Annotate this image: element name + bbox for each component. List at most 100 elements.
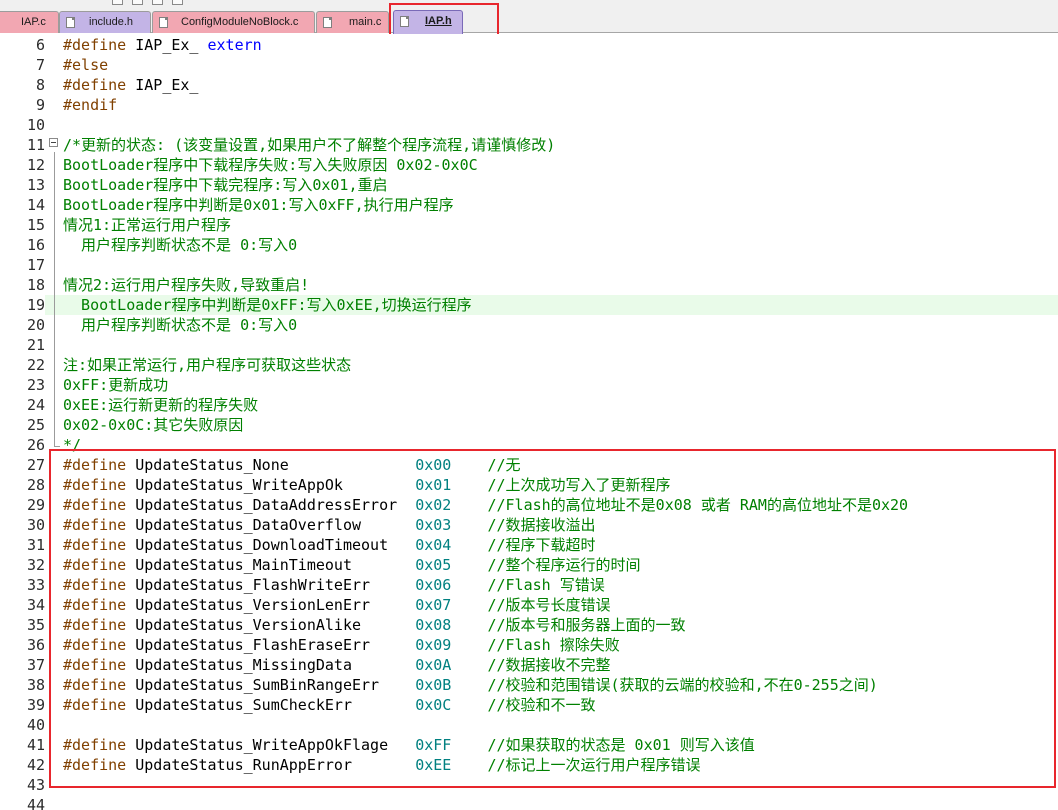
tab-label: IAP.c bbox=[21, 16, 46, 28]
code-line[interactable]: 37 #define UpdateStatus_MissingData 0x0A … bbox=[0, 655, 1058, 675]
code-line[interactable]: 29 #define UpdateStatus_DataAddressError … bbox=[0, 495, 1058, 515]
line-number: 27 bbox=[0, 455, 45, 475]
code-line[interactable]: 8 #define IAP_Ex_ bbox=[0, 75, 1058, 95]
code-line[interactable]: 11 /*更新的状态: (该变量设置,如果用户不了解整个程序流程,请谨慎修改) bbox=[0, 135, 1058, 155]
toolbar-button-icon[interactable] bbox=[172, 0, 183, 5]
line-number: 36 bbox=[0, 635, 45, 655]
code-token: BootLoader程序中判断是0x01:写入0xFF,执行用户程序 bbox=[63, 196, 454, 214]
line-text: #define UpdateStatus_DataAddressError 0x… bbox=[63, 495, 908, 515]
code-editor[interactable]: 6 #define IAP_Ex_ extern 7 #else 8 #define IA… bbox=[0, 34, 1058, 810]
line-text: #define UpdateStatus_WriteAppOk 0x01 //上… bbox=[63, 475, 671, 495]
code-line[interactable]: 14 BootLoader程序中判断是0x01:写入0xFF,执行用户程序 bbox=[0, 195, 1058, 215]
line-number: 28 bbox=[0, 475, 45, 495]
code-line[interactable]: 9 #endif bbox=[0, 95, 1058, 115]
code-line[interactable]: 30 #define UpdateStatus_DataOverflow 0x03… bbox=[0, 515, 1058, 535]
code-token: 注:如果正常运行,用户程序可获取这些状态 bbox=[63, 356, 352, 374]
line-text: #define IAP_Ex_ extern bbox=[63, 35, 262, 55]
code-token: 0x05 bbox=[415, 556, 452, 574]
line-text: #define UpdateStatus_FlashWriteErr 0x06 … bbox=[63, 575, 605, 595]
line-number: 31 bbox=[0, 535, 45, 555]
code-line[interactable]: 39 #define UpdateStatus_SumCheckErr 0x0C … bbox=[0, 695, 1058, 715]
line-text: #define UpdateStatus_FlashEraseErr 0x09 … bbox=[63, 635, 620, 655]
code-line[interactable]: 26 */ bbox=[0, 435, 1058, 455]
code-line[interactable]: 28 #define UpdateStatus_WriteAppOk 0x01 /… bbox=[0, 475, 1058, 495]
line-number: 6 bbox=[0, 35, 45, 55]
code-line[interactable]: 16 用户程序判断状态不是 0:写入0 bbox=[0, 235, 1058, 255]
code-line[interactable]: 36 #define UpdateStatus_FlashEraseErr 0x0… bbox=[0, 635, 1058, 655]
code-line[interactable]: 17 bbox=[0, 255, 1058, 275]
code-token: BootLoader程序中判断是0xFF:写入0xEE,切换运行程序 bbox=[63, 296, 472, 314]
code-line[interactable]: 40 bbox=[0, 715, 1058, 735]
code-line[interactable]: 23 0xFF:更新成功 bbox=[0, 375, 1058, 395]
code-line[interactable]: 21 bbox=[0, 335, 1058, 355]
tab-iap-c[interactable]: IAP.c bbox=[0, 11, 59, 33]
fold-guide bbox=[54, 152, 55, 446]
tab-label: ConfigModuleNoBlock.c bbox=[181, 16, 299, 28]
code-line[interactable]: 7 #else bbox=[0, 55, 1058, 75]
code-line[interactable]: 18 情况2:运行用户程序失败,导致重启! bbox=[0, 275, 1058, 295]
code-line[interactable]: 20 用户程序判断状态不是 0:写入0 bbox=[0, 315, 1058, 335]
code-token: #define bbox=[63, 476, 136, 494]
code-token: 情况1:正常运行用户程序 bbox=[63, 216, 232, 234]
code-token: 0xFF bbox=[415, 736, 452, 754]
code-line[interactable]: 25 0x02-0x0C:其它失败原因 bbox=[0, 415, 1058, 435]
tab-iap-h[interactable]: IAP.h bbox=[393, 10, 463, 34]
line-number: 37 bbox=[0, 655, 45, 675]
line-text: #define UpdateStatus_None 0x00 //无 bbox=[63, 455, 521, 475]
code-line[interactable]: 32 #define UpdateStatus_MainTimeout 0x05 … bbox=[0, 555, 1058, 575]
code-line[interactable]: 38 #define UpdateStatus_SumBinRangeErr 0x… bbox=[0, 675, 1058, 695]
code-token: //校验和范围错误(获取的云端的校验和,不在0-255之间) bbox=[487, 676, 878, 694]
code-token: #define bbox=[63, 536, 136, 554]
code-token: 用户程序判断状态不是 0:写入0 bbox=[63, 316, 298, 334]
line-text: #define UpdateStatus_MainTimeout 0x05 //… bbox=[63, 555, 641, 575]
code-token: //整个程序运行的时间 bbox=[487, 556, 641, 574]
fold-collapse-icon[interactable] bbox=[49, 138, 58, 147]
code-line[interactable]: 31 #define UpdateStatus_DownloadTimeout 0… bbox=[0, 535, 1058, 555]
code-line[interactable]: 34 #define UpdateStatus_VersionLenErr 0x0… bbox=[0, 595, 1058, 615]
file-icon bbox=[400, 16, 409, 27]
toolbar-button-icon[interactable] bbox=[112, 0, 123, 5]
tab-label: IAP.h bbox=[425, 15, 452, 27]
file-icon bbox=[323, 17, 332, 28]
code-token: #define bbox=[63, 456, 136, 474]
line-text: /*更新的状态: (该变量设置,如果用户不了解整个程序流程,请谨慎修改) bbox=[63, 135, 555, 155]
tab-include-h[interactable]: include.h bbox=[59, 11, 151, 33]
code-line[interactable]: 33 #define UpdateStatus_FlashWriteErr 0x0… bbox=[0, 575, 1058, 595]
code-line[interactable]: 13 BootLoader程序中下载完程序:写入0x01,重启 bbox=[0, 175, 1058, 195]
code-line[interactable]: 41 #define UpdateStatus_WriteAppOkFlage 0… bbox=[0, 735, 1058, 755]
line-number: 44 bbox=[0, 795, 45, 810]
code-line[interactable]: 27 #define UpdateStatus_None 0x00 //无 bbox=[0, 455, 1058, 475]
code-line[interactable]: 43 bbox=[0, 775, 1058, 795]
code-line[interactable]: 10 bbox=[0, 115, 1058, 135]
line-text: #else bbox=[63, 55, 108, 75]
code-token: UpdateStatus_VersionAlike bbox=[135, 616, 416, 634]
line-number: 34 bbox=[0, 595, 45, 615]
toolbar-button-icon[interactable] bbox=[132, 0, 143, 5]
line-text: BootLoader程序中下载程序失败:写入失败原因 0x02-0x0C bbox=[63, 155, 478, 175]
code-token: #define bbox=[63, 576, 136, 594]
tab-config-module-noblock-c[interactable]: ConfigModuleNoBlock.c bbox=[152, 11, 315, 33]
code-token: //标记上一次运行用户程序错误 bbox=[487, 756, 701, 774]
line-number: 40 bbox=[0, 715, 45, 735]
line-text: #define UpdateStatus_DownloadTimeout 0x0… bbox=[63, 535, 596, 555]
code-line[interactable]: 6 #define IAP_Ex_ extern bbox=[0, 35, 1058, 55]
code-token: /*更新的状态: (该变量设置,如果用户不了解整个程序流程,请谨慎修改) bbox=[63, 136, 556, 154]
code-line[interactable]: 19 BootLoader程序中判断是0xFF:写入0xEE,切换运行程序 bbox=[0, 295, 1058, 315]
code-line[interactable]: 35 #define UpdateStatus_VersionAlike 0x08… bbox=[0, 615, 1058, 635]
code-token: */ bbox=[63, 436, 82, 454]
code-token: 0x07 bbox=[415, 596, 452, 614]
code-line[interactable]: 44 bbox=[0, 795, 1058, 810]
toolbar-button-icon[interactable] bbox=[152, 0, 163, 5]
code-line[interactable]: 24 0xEE:运行新更新的程序失败 bbox=[0, 395, 1058, 415]
code-line[interactable]: 42 #define UpdateStatus_RunAppError 0xEE … bbox=[0, 755, 1058, 775]
code-line[interactable]: 22 注:如果正常运行,用户程序可获取这些状态 bbox=[0, 355, 1058, 375]
code-token: 0xEE:运行新更新的程序失败 bbox=[63, 396, 259, 414]
code-line[interactable]: 12 BootLoader程序中下载程序失败:写入失败原因 0x02-0x0C bbox=[0, 155, 1058, 175]
tab-main-c[interactable]: main.c bbox=[316, 11, 389, 33]
code-token: 0x0A bbox=[415, 656, 452, 674]
code-line[interactable]: 15 情况1:正常运行用户程序 bbox=[0, 215, 1058, 235]
line-number: 9 bbox=[0, 95, 45, 115]
